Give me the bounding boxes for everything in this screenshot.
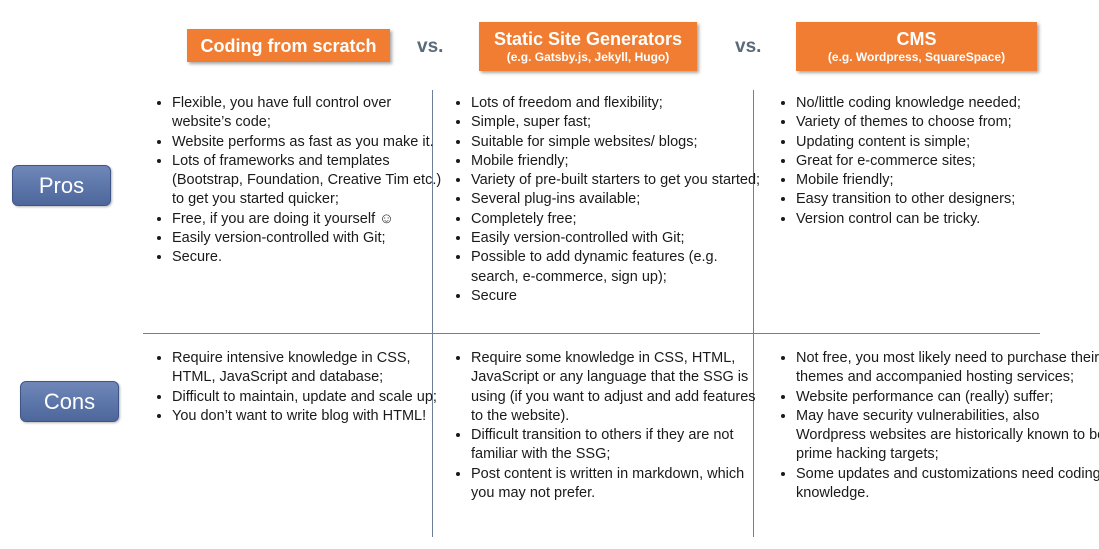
pros-list-static-site-generators: Lots of freedom and flexibility;Simple, …	[451, 94, 761, 306]
header-coding-from-scratch: Coding from scratch	[187, 29, 390, 62]
list-item: Mobile friendly;	[471, 152, 761, 171]
row-label-pros: Pros	[12, 165, 111, 206]
cons-list-static-site-generators: Require some knowledge in CSS, HTML, Jav…	[451, 349, 761, 503]
list-item: Require intensive knowledge in CSS, HTML…	[172, 349, 437, 388]
cons-list-coding-from-scratch: Require intensive knowledge in CSS, HTML…	[152, 349, 437, 426]
list-item: Easy transition to other designers;	[796, 190, 1086, 209]
list-item: Easily version-controlled with Git;	[471, 229, 761, 248]
header-cms: CMS (e.g. Wordpress, SquareSpace)	[796, 22, 1037, 71]
header-title: Coding from scratch	[200, 35, 377, 56]
list-item: Website performs as fast as you make it.	[172, 133, 442, 152]
list-item: Possible to add dynamic features (e.g. s…	[471, 248, 761, 287]
list-item: Updating content is simple;	[796, 133, 1086, 152]
list-item: Website performance can (really) suffer;	[796, 388, 1099, 407]
list-item: No/little coding knowledge needed;	[796, 94, 1086, 113]
list-item: Free, if you are doing it yourself ☺	[172, 210, 442, 229]
header-title: Static Site Generators	[493, 28, 683, 49]
list-item: Not free, you most likely need to purcha…	[796, 349, 1099, 388]
list-item: Lots of frameworks and templates (Bootst…	[172, 152, 442, 210]
list-item: Secure.	[172, 248, 442, 267]
list-item: Flexible, you have full control over web…	[172, 94, 442, 133]
row-label-cons: Cons	[20, 381, 119, 422]
pros-list-cms: No/little coding knowledge needed;Variet…	[776, 94, 1086, 229]
vs-label-1: vs.	[417, 36, 444, 57]
list-item: Post content is written in markdown, whi…	[471, 465, 761, 504]
list-item: Difficult to maintain, update and scale …	[172, 388, 437, 407]
cons-list-cms: Not free, you most likely need to purcha…	[776, 349, 1099, 503]
vs-label-2: vs.	[735, 36, 762, 57]
list-item: Lots of freedom and flexibility;	[471, 94, 761, 113]
list-item: Several plug-ins available;	[471, 190, 761, 209]
list-item: Require some knowledge in CSS, HTML, Jav…	[471, 349, 761, 426]
header-subtitle: (e.g. Wordpress, SquareSpace)	[827, 49, 1006, 64]
row-divider	[143, 333, 1040, 334]
list-item: May have security vulnerabilities, also …	[796, 407, 1099, 465]
list-item: Mobile friendly;	[796, 171, 1086, 190]
header-subtitle: (e.g. Gatsby.js, Jekyll, Hugo)	[506, 49, 670, 64]
list-item: Variety of pre-built starters to get you…	[471, 171, 761, 190]
list-item: Some updates and customizations need cod…	[796, 465, 1099, 504]
header-static-site-generators: Static Site Generators (e.g. Gatsby.js, …	[479, 22, 697, 71]
list-item: Suitable for simple websites/ blogs;	[471, 133, 761, 152]
header-title: CMS	[896, 28, 937, 49]
list-item: Easily version-controlled with Git;	[172, 229, 442, 248]
list-item: You don’t want to write blog with HTML!	[172, 407, 437, 426]
list-item: Difficult transition to others if they a…	[471, 426, 761, 465]
list-item: Variety of themes to choose from;	[796, 113, 1086, 132]
list-item: Great for e-commerce sites;	[796, 152, 1086, 171]
list-item: Simple, super fast;	[471, 113, 761, 132]
list-item: Completely free;	[471, 210, 761, 229]
list-item: Version control can be tricky.	[796, 210, 1086, 229]
pros-list-coding-from-scratch: Flexible, you have full control over web…	[152, 94, 442, 268]
list-item: Secure	[471, 287, 761, 306]
